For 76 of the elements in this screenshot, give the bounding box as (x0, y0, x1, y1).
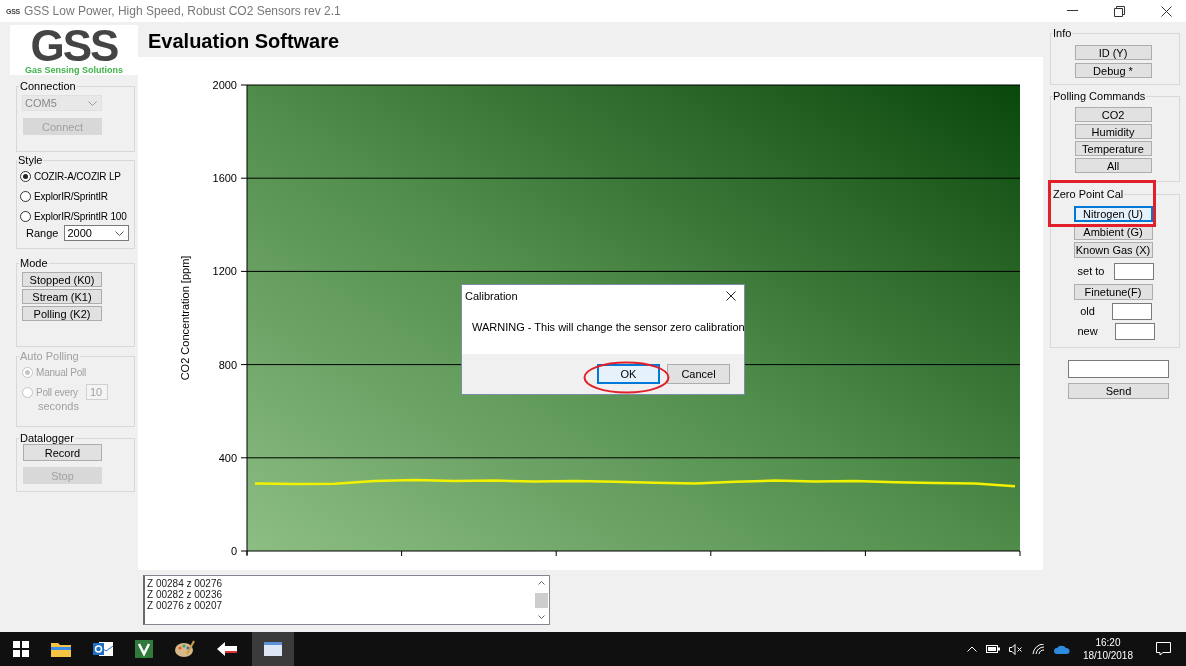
group-title: Connection (19, 80, 77, 92)
group-title: Zero Point Cal (1052, 188, 1125, 200)
log-line: Z 00284 z 00276 (147, 578, 224, 589)
polling-button[interactable]: CO2 (1074, 107, 1152, 122)
radio-option[interactable]: ExplorIR/SprintIR 100 (20, 206, 127, 226)
calibration-button[interactable]: Known Gas (X) (1073, 242, 1153, 258)
new-label: new (1077, 325, 1098, 337)
window-taskbar-button[interactable] (252, 632, 294, 666)
dialog-title: Calibration (465, 290, 518, 302)
group-title: Info (1052, 27, 1073, 39)
y-axis-title: CO2 Concentration [ppm] (179, 255, 191, 381)
arrow-icon[interactable] (217, 642, 237, 656)
chevron-down-icon[interactable] (538, 615, 545, 619)
mode-button[interactable]: Stopped (K0) (22, 272, 102, 287)
logo-tagline: Gas Sensing Solutions (25, 65, 123, 75)
y-tick-label: 800 (218, 358, 237, 371)
dialog-button[interactable]: OK (597, 364, 660, 384)
new-field[interactable] (1114, 322, 1155, 340)
send-button[interactable]: Send (1068, 383, 1169, 399)
clock-time: 16:20 (1095, 636, 1121, 649)
dialog-message: WARNING - This will change the sensor zero calibration (471, 320, 744, 335)
notification-icon[interactable] (1156, 642, 1171, 656)
mode-button[interactable]: Polling (K2) (22, 306, 102, 321)
radio-option[interactable]: ExplorIR/SprintIR (20, 186, 108, 206)
group-title: Polling Commands (1052, 90, 1147, 102)
windows-start-icon[interactable] (13, 641, 29, 657)
wifi-icon[interactable] (1031, 643, 1045, 655)
battery-icon[interactable] (985, 645, 1000, 653)
command-field[interactable] (1068, 360, 1169, 378)
folder-icon[interactable] (51, 641, 71, 657)
group-title: Style (17, 154, 44, 166)
group-title: Mode (19, 257, 49, 269)
y-tick-label: 2000 (212, 79, 237, 91)
minimize-icon[interactable] (1067, 10, 1078, 12)
unit-label: seconds (38, 400, 79, 412)
cloud-icon[interactable] (1053, 644, 1070, 654)
group-title: Auto Polling (19, 350, 80, 362)
log-line: Z 00276 z 00207 (147, 600, 224, 611)
palette-icon[interactable] (175, 640, 195, 658)
finetune-button[interactable]: Finetune(F) (1073, 284, 1153, 300)
chevron-down-icon (115, 230, 125, 236)
radio-option[interactable]: COZIR-A/COZIR LP (20, 166, 121, 186)
polling-button[interactable]: Humidity (1074, 124, 1152, 139)
old-label: old (1080, 305, 1095, 317)
y-tick-label: 1600 (212, 172, 237, 185)
logo-text: GSS (30, 27, 118, 65)
polling-button[interactable]: All (1074, 158, 1152, 173)
clock-date: 18/10/2018 (1082, 649, 1133, 662)
polling-button[interactable]: Temperature (1074, 141, 1152, 156)
log-textarea[interactable]: Z 00284 z 00276 Z 00282 z 00236 Z 00276 z 00207 (143, 575, 550, 625)
group-title: Datalogger (19, 432, 75, 444)
old-field[interactable] (1111, 302, 1152, 320)
page-heading: Evaluation Software (147, 29, 341, 54)
dialog-button[interactable]: Cancel (667, 364, 730, 384)
close-icon[interactable] (726, 291, 736, 301)
range-label: Range (26, 227, 59, 239)
restore-icon[interactable] (1114, 5, 1125, 17)
y-tick-label: 0 (230, 545, 237, 557)
log-line: Z 00282 z 00236 (147, 589, 224, 600)
close-icon[interactable] (1161, 5, 1172, 17)
window-title: GSS Low Power, High Speed, Robust CO2 Sensors rev 2.1 (23, 4, 341, 18)
y-tick-label: 400 (218, 451, 237, 464)
set-to-field[interactable] (1114, 262, 1155, 280)
y-tick-label: 1200 (212, 265, 237, 278)
mode-button[interactable]: Stream (K1) (22, 289, 102, 304)
mute-icon[interactable] (1008, 643, 1023, 655)
window-icon (264, 642, 282, 656)
set-to-label: set to (1077, 265, 1105, 277)
datalogger-button[interactable]: Record (23, 444, 102, 461)
info-button[interactable]: ID (Y) (1074, 45, 1152, 60)
app-icon[interactable] (135, 640, 153, 658)
info-button[interactable]: Debug * (1074, 63, 1152, 78)
mail-icon[interactable] (93, 640, 113, 658)
range-dropdown[interactable]: 2000 (64, 225, 130, 241)
chevron-down-icon (88, 100, 97, 106)
calibration-button[interactable]: Nitrogen (U) (1073, 206, 1153, 222)
